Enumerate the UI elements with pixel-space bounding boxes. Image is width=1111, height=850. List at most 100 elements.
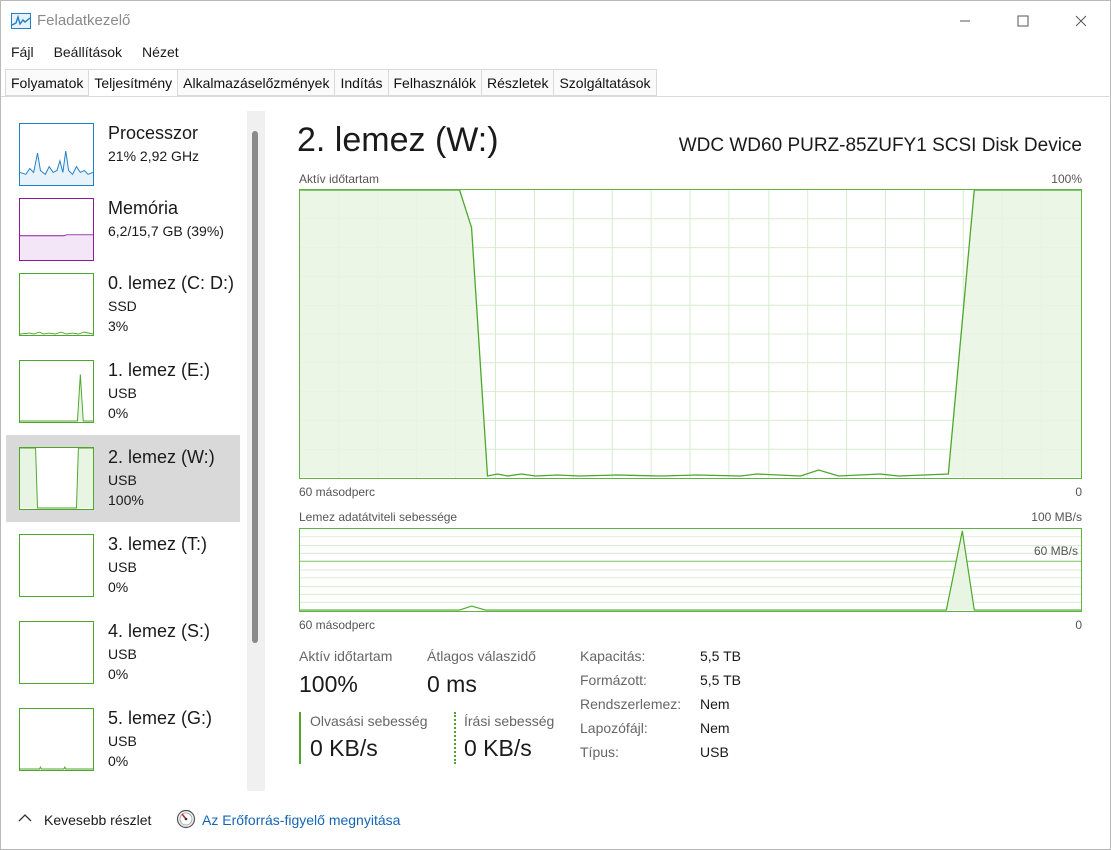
sidebar-item-name: 5. lemez (G:) (108, 708, 213, 728)
task-manager-window: Feladatkezelő Fájl Beállítások Nézet Fol… (0, 0, 1111, 850)
active-time-stat-label: Aktív időtartam (299, 648, 393, 664)
tab-details[interactable]: Részletek (481, 69, 554, 96)
formatted-label: Formázott: (580, 672, 647, 688)
write-speed-indicator (454, 712, 456, 764)
active-time-graph-label: Aktív időtartam (299, 172, 380, 186)
sidebar-item-type: USB (108, 385, 137, 401)
sidebar-item-name: Memória (108, 198, 179, 218)
fewer-details-label: Kevesebb részlet (44, 812, 152, 828)
minimize-icon (960, 20, 970, 22)
chevron-up-icon (18, 814, 32, 822)
sidebar-item-type: USB (108, 559, 137, 575)
sidebar-item-type: USB (108, 472, 137, 488)
menu-settings[interactable]: Beállítások (44, 41, 132, 65)
sidebar-item-usage: 3% (108, 318, 129, 334)
read-speed-indicator (299, 712, 301, 764)
response-time-stat-value: 0 ms (427, 671, 477, 697)
cpu-thumbnail-graph (19, 123, 94, 186)
tab-app-history[interactable]: Alkalmazáselőzmények (177, 69, 335, 96)
footer-bar: Kevesebb részlet Az Erőforrás-figyelő me… (1, 801, 1111, 841)
disk-3-thumbnail-graph (19, 534, 94, 597)
capacity-value: 5,5 TB (700, 648, 741, 664)
sidebar-item-name: 2. lemez (W:) (108, 447, 215, 467)
sidebar-item-name: Processzor (108, 123, 199, 143)
active-time-graph-min: 0 (1075, 485, 1082, 499)
sidebar-item-usage: 100% (108, 492, 144, 508)
resource-monitor-icon (176, 809, 196, 829)
minimize-button[interactable] (936, 1, 994, 41)
active-time-graph-max: 100% (1051, 172, 1082, 186)
response-time-stat-label: Átlagos válaszidő (427, 648, 536, 664)
tab-services[interactable]: Szolgáltatások (553, 69, 657, 96)
title-bar: Feladatkezelő (1, 1, 1111, 41)
write-speed-value: 0 KB/s (464, 735, 532, 761)
disk-5-thumbnail-graph (19, 708, 94, 771)
sidebar-item-disk-4[interactable]: 4. lemez (S:) USB 0% (6, 609, 240, 696)
sidebar-item-name: 3. lemez (T:) (108, 534, 208, 554)
sidebar-item-memory[interactable]: Memória 6,2/15,7 GB (39%) (6, 186, 240, 273)
menu-file[interactable]: Fájl (1, 41, 44, 65)
page-file-value: Nem (700, 720, 730, 736)
close-icon (1075, 15, 1087, 27)
sidebar-item-disk-1[interactable]: 1. lemez (E:) USB 0% (6, 348, 240, 435)
task-manager-icon (11, 13, 31, 29)
transfer-rate-graph-mid: 60 MB/s (1033, 544, 1078, 558)
memory-thumbnail-graph (19, 198, 94, 261)
sidebar-item-usage: 0% (108, 579, 129, 595)
sidebar-item-usage: 0% (108, 753, 129, 769)
sidebar-item-type: USB (108, 733, 137, 749)
menu-view[interactable]: Nézet (132, 41, 189, 65)
sidebar-item-detail: 6,2/15,7 GB (39%) (108, 223, 224, 239)
resource-monitor-link-label: Az Erőforrás-figyelő megnyitása (202, 812, 401, 828)
read-speed-value: 0 KB/s (310, 735, 378, 761)
disk-1-thumbnail-graph (19, 360, 94, 423)
tab-processes[interactable]: Folyamatok (5, 69, 89, 96)
sidebar-item-cpu[interactable]: Processzor 21% 2,92 GHz (6, 111, 240, 198)
sidebar-item-name: 4. lemez (S:) (108, 621, 211, 641)
sidebar-item-disk-0[interactable]: 0. lemez (C: D:) SSD 3% (6, 261, 240, 348)
tab-startup[interactable]: Indítás (334, 69, 388, 96)
page-file-label: Lapozófájl: (580, 720, 648, 736)
disk-0-thumbnail-graph (19, 273, 94, 336)
sidebar-item-disk-2[interactable]: 2. lemez (W:) USB 100% (6, 435, 240, 522)
sidebar-scrollbar-thumb[interactable] (252, 131, 258, 643)
performance-sidebar: Processzor 21% 2,92 GHz Memória 6,2/15,7… (6, 111, 242, 791)
transfer-rate-graph-timespan: 60 másodperc (299, 618, 376, 632)
page-title: 2. lemez (W:) (297, 121, 499, 159)
close-button[interactable] (1052, 1, 1110, 41)
type-label: Típus: (580, 744, 619, 760)
window-title: Feladatkezelő (37, 12, 131, 29)
transfer-rate-graph-label: Lemez adatátviteli sebessége (299, 510, 458, 524)
disk-2-thumbnail-graph (19, 447, 94, 510)
maximize-icon (1017, 15, 1029, 27)
type-value: USB (700, 744, 729, 760)
disk-4-thumbnail-graph (19, 621, 94, 684)
transfer-rate-graph (299, 528, 1082, 612)
read-speed-label: Olvasási sebesség (310, 713, 428, 729)
menu-bar: Fájl Beállítások Nézet (1, 41, 189, 65)
system-disk-value: Nem (700, 696, 730, 712)
sidebar-item-disk-5[interactable]: 5. lemez (G:) USB 0% (6, 696, 240, 783)
sidebar-item-usage: 0% (108, 405, 129, 421)
write-speed-label: Írási sebesség (464, 713, 555, 729)
sidebar-item-name: 0. lemez (C: D:) (108, 273, 235, 293)
active-time-graph-timespan: 60 másodperc (299, 485, 376, 499)
sidebar-item-disk-3[interactable]: 3. lemez (T:) USB 0% (6, 522, 240, 609)
sidebar-item-usage: 0% (108, 666, 129, 682)
sidebar-item-type: SSD (108, 298, 137, 314)
formatted-value: 5,5 TB (700, 672, 741, 688)
active-time-graph (299, 189, 1082, 479)
tab-performance[interactable]: Teljesítmény (88, 69, 178, 97)
transfer-rate-graph-max: 100 MB/s (1031, 510, 1082, 524)
tab-bar: Folyamatok Teljesítmény Alkalmazáselőzmé… (5, 69, 657, 97)
tab-divider (1, 96, 1111, 97)
sidebar-item-detail: 21% 2,92 GHz (108, 148, 200, 164)
sidebar-item-type: USB (108, 646, 137, 662)
active-time-stat-value: 100% (299, 671, 358, 697)
sidebar-item-name: 1. lemez (E:) (108, 360, 211, 380)
capacity-label: Kapacitás: (580, 648, 646, 664)
transfer-rate-graph-min: 0 (1075, 618, 1082, 632)
maximize-button[interactable] (994, 1, 1052, 41)
system-disk-label: Rendszerlemez: (580, 696, 682, 712)
tab-users[interactable]: Felhasználók (387, 69, 481, 96)
